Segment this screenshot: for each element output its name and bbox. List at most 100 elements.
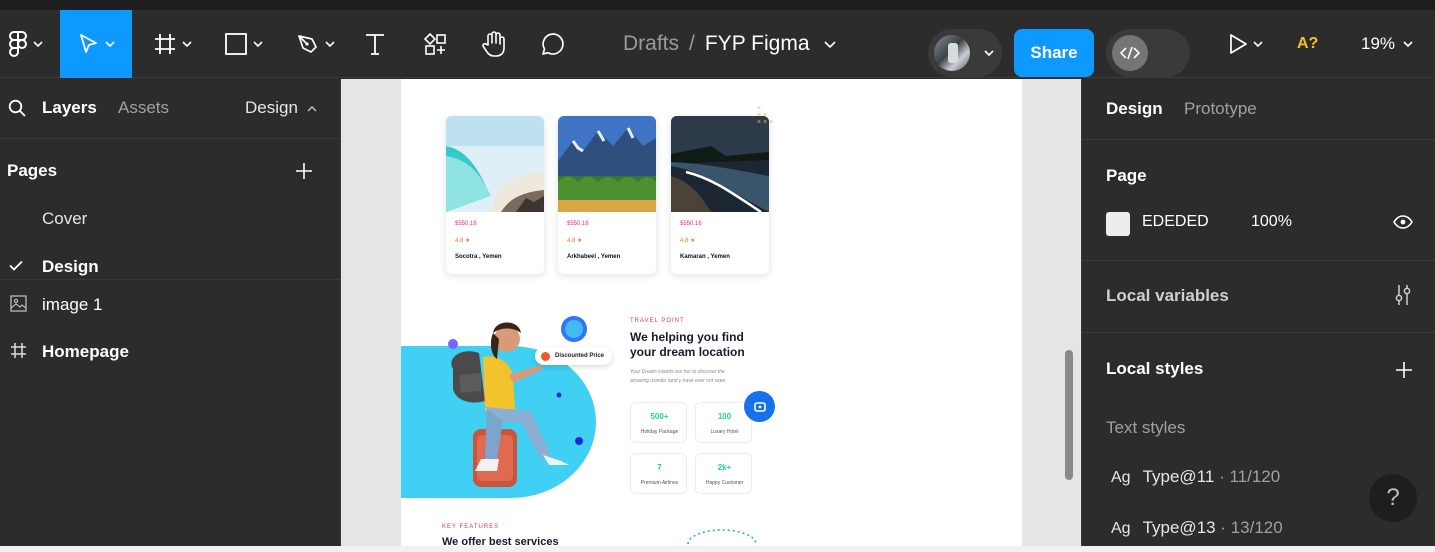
page-dropdown[interactable]: Design bbox=[245, 98, 317, 118]
file-name[interactable]: FYP Figma bbox=[705, 32, 810, 56]
help-button[interactable]: ? bbox=[1369, 474, 1417, 522]
resources-button[interactable] bbox=[420, 10, 450, 78]
stat-card: 7 Premium Airlines bbox=[630, 453, 687, 494]
chevron-down-icon[interactable] bbox=[823, 40, 836, 48]
chevron-down-icon bbox=[252, 41, 263, 47]
accessibility-check-button[interactable]: A? bbox=[1297, 10, 1318, 78]
card-price: $550.16 bbox=[455, 221, 477, 227]
pen-tool-button[interactable] bbox=[290, 10, 340, 78]
page-dropdown-label: Design bbox=[245, 98, 298, 117]
night-beach-image bbox=[671, 116, 769, 212]
frame-icon bbox=[154, 34, 175, 54]
destination-card[interactable]: $550.16 4.8 ★ Kamaran , Yemen bbox=[671, 116, 769, 274]
code-icon bbox=[1120, 46, 1140, 60]
page-fill-opacity[interactable]: 100% bbox=[1251, 213, 1292, 231]
breadcrumb: Drafts / FYP Figma bbox=[623, 10, 836, 78]
hand-icon bbox=[482, 31, 505, 57]
search-icon[interactable] bbox=[8, 99, 26, 117]
canvas[interactable]: $550.16 4.8 ★ Socotra , Yemen $550.16 4.… bbox=[341, 79, 1081, 546]
chevron-down-icon bbox=[32, 41, 43, 47]
text-style-meta: · 11/120 bbox=[1214, 467, 1281, 486]
destination-card[interactable]: $550.16 4.8 ★ Socotra , Yemen bbox=[446, 116, 544, 274]
section-headline-line1: We helping you find bbox=[630, 330, 744, 344]
eye-icon[interactable] bbox=[1393, 215, 1413, 229]
tab-layers[interactable]: Layers bbox=[42, 98, 97, 118]
check-icon bbox=[9, 260, 23, 271]
panel-divider bbox=[1082, 139, 1435, 140]
stat-label: Happy Customer bbox=[705, 480, 744, 486]
dev-mode-knob bbox=[1112, 35, 1148, 71]
image-icon bbox=[10, 295, 27, 312]
help-icon: ? bbox=[1386, 484, 1400, 511]
shape-tool-button[interactable] bbox=[218, 10, 268, 78]
stat-card: 500+ Holiday Package bbox=[630, 402, 687, 443]
chevron-down-icon bbox=[181, 41, 192, 47]
text-tool-button[interactable] bbox=[360, 10, 390, 78]
zoom-dropdown[interactable]: 19% bbox=[1361, 10, 1413, 78]
panel-divider bbox=[1082, 260, 1435, 261]
page-fill-hex[interactable]: EDEDED bbox=[1142, 213, 1209, 231]
text-style-preview: Ag bbox=[1111, 469, 1131, 486]
main-menu-button[interactable] bbox=[0, 10, 50, 78]
figma-app: Drafts / FYP Figma Share A? 19% Layers A… bbox=[0, 0, 1435, 552]
comment-tool-button[interactable] bbox=[537, 10, 569, 78]
add-page-icon[interactable] bbox=[295, 162, 313, 180]
variables-icon[interactable] bbox=[1394, 284, 1412, 306]
chevron-down-icon bbox=[1252, 41, 1263, 47]
text-style-item[interactable]: Ag Type@13 · 13/120 bbox=[1111, 518, 1283, 538]
play-icon bbox=[1229, 34, 1247, 54]
frame-icon bbox=[11, 343, 26, 358]
tab-assets[interactable]: Assets bbox=[118, 98, 169, 118]
stat-value: 100 bbox=[717, 412, 732, 421]
hand-tool-button[interactable] bbox=[478, 10, 510, 78]
text-style-item[interactable]: Ag Type@11 · 11/120 bbox=[1111, 467, 1280, 487]
left-panel: Layers Assets Design Pages Cover Design … bbox=[0, 79, 341, 552]
floating-action-button[interactable] bbox=[744, 391, 775, 422]
dev-mode-toggle[interactable] bbox=[1106, 29, 1190, 77]
share-button[interactable]: Share bbox=[1014, 29, 1094, 77]
pen-icon bbox=[297, 35, 317, 53]
section-subcopy-line1: Your Dream islands are her to discover t… bbox=[630, 369, 725, 375]
tab-prototype[interactable]: Prototype bbox=[1184, 99, 1257, 119]
page-item-cover[interactable]: Cover bbox=[42, 209, 87, 229]
card-title: Arkhabeel , Yemen bbox=[567, 254, 621, 260]
breadcrumb-separator: / bbox=[689, 32, 695, 55]
layer-item-homepage[interactable]: Homepage bbox=[42, 342, 129, 362]
frame-tool-button[interactable] bbox=[147, 10, 197, 78]
local-styles-heading: Local styles bbox=[1106, 359, 1204, 378]
rectangle-icon bbox=[224, 33, 247, 55]
tab-design[interactable]: Design bbox=[1106, 99, 1163, 119]
destination-card[interactable]: $550.16 4.8 ★ Arkhabeel , Yemen bbox=[558, 116, 656, 274]
beach-image bbox=[446, 116, 544, 212]
text-icon bbox=[366, 34, 384, 55]
cursor-icon bbox=[79, 34, 97, 53]
ticket-icon bbox=[753, 401, 766, 412]
homepage-frame[interactable]: $550.16 4.8 ★ Socotra , Yemen $550.16 4.… bbox=[401, 79, 1022, 546]
comment-icon bbox=[542, 33, 564, 55]
page-item-design[interactable]: Design bbox=[42, 257, 99, 277]
pages-divider bbox=[0, 279, 340, 280]
chevron-down-icon bbox=[1403, 41, 1413, 47]
move-tool-button[interactable] bbox=[60, 10, 132, 78]
multiplayer-avatar-button[interactable] bbox=[928, 29, 1002, 77]
decorative-dots: × × × × × × bbox=[757, 105, 774, 126]
avatar bbox=[934, 35, 970, 71]
discount-badge: Discounted Price bbox=[535, 347, 613, 365]
breadcrumb-drafts[interactable]: Drafts bbox=[623, 32, 679, 56]
stat-label: Holiday Package bbox=[640, 429, 679, 435]
mountain-image bbox=[558, 116, 656, 212]
page-fill-swatch[interactable] bbox=[1106, 212, 1130, 236]
panel-divider bbox=[1082, 332, 1435, 333]
layer-item-image[interactable]: image 1 bbox=[42, 295, 102, 315]
stat-value: 2k+ bbox=[717, 463, 732, 472]
canvas-scrollbar[interactable] bbox=[1065, 350, 1073, 480]
local-variables-heading[interactable]: Local variables bbox=[1106, 286, 1229, 306]
stat-value: 7 bbox=[657, 463, 662, 472]
card-price: $550.16 bbox=[680, 221, 702, 227]
add-style-icon[interactable] bbox=[1395, 361, 1413, 379]
present-button[interactable] bbox=[1222, 10, 1268, 78]
features-eyebrow: KEY FEATURES bbox=[442, 524, 500, 530]
text-style-name: Type@11 bbox=[1142, 467, 1215, 486]
chevron-up-icon bbox=[307, 105, 317, 112]
chevron-down-icon bbox=[984, 50, 994, 56]
